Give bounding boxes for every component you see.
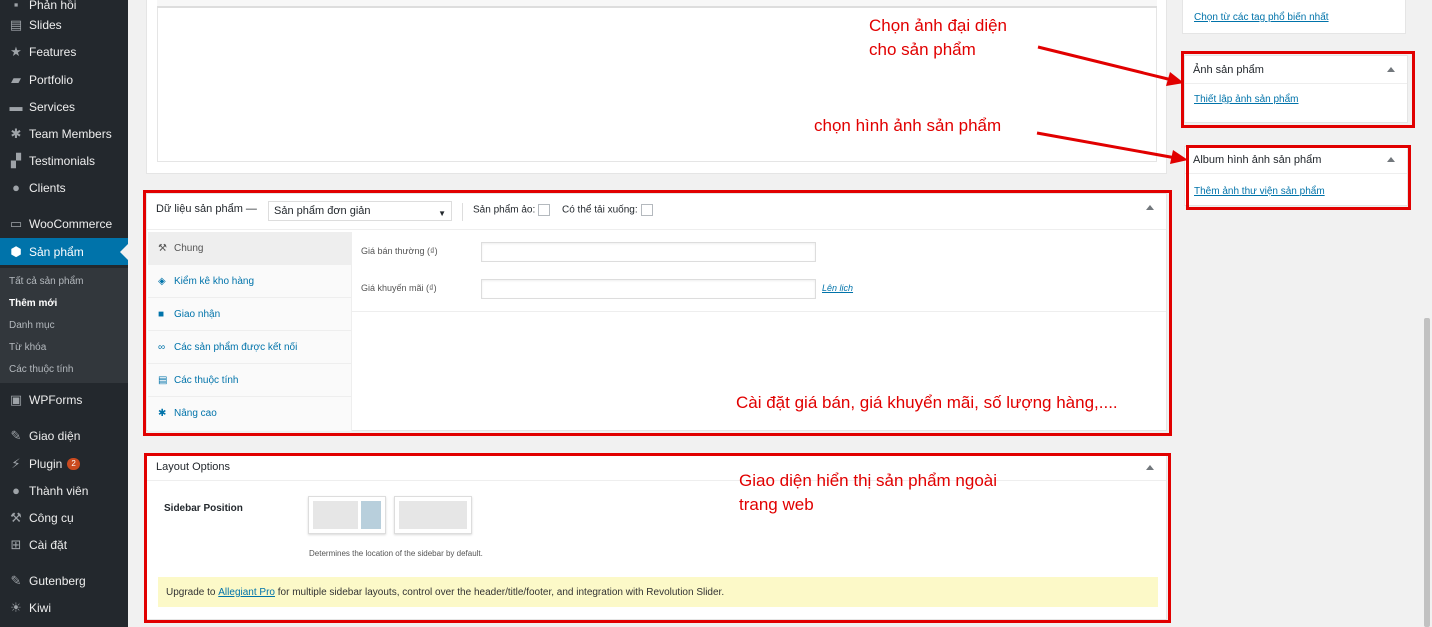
- products-submenu: Tất cả sản phẩm Thêm mới Danh mục Từ khó…: [0, 268, 128, 383]
- menu-item-kiwi[interactable]: ☀ Kiwi: [0, 594, 128, 621]
- menu-item-woocommerce[interactable]: ▭ WooCommerce: [0, 210, 128, 237]
- menu-item-settings[interactable]: ⊞ Cài đặt: [0, 531, 128, 558]
- current-menu-pointer: [120, 244, 128, 260]
- forms-icon: ▣: [9, 391, 23, 407]
- menu-item-gutenberg[interactable]: ✎ Gutenberg: [0, 567, 128, 594]
- menu-item-testimonials[interactable]: ▞ Testimonials: [0, 147, 128, 174]
- menu-item-plugins[interactable]: ⚡ Plugin 2: [0, 450, 128, 477]
- menu-item-services[interactable]: ▬ Services: [0, 93, 128, 120]
- annotation-featured-image: Chọn ảnh đại diện cho sản phẩm: [869, 16, 1008, 59]
- highlight-product-image: [1181, 51, 1415, 128]
- menu-item-portfolio[interactable]: ▰ Portfolio: [0, 66, 128, 93]
- star-icon: ★: [10, 43, 22, 59]
- users-icon: ●: [12, 483, 20, 498]
- annotation-layout: Giao diện hiển thị sản phẩm ngoài trang …: [739, 471, 998, 514]
- menu-item-wpforms[interactable]: ▣ WPForms: [0, 386, 128, 413]
- editor-toolbar: [157, 0, 1157, 8]
- submenu-add-new[interactable]: Thêm mới: [9, 298, 57, 309]
- highlight-product-gallery: [1186, 145, 1411, 210]
- submenu-attributes[interactable]: Các thuộc tính: [9, 364, 73, 375]
- product-icon: ⬢: [10, 243, 22, 259]
- menu-item-users[interactable]: ● Thành viên: [0, 477, 128, 504]
- services-icon: ▬: [9, 99, 23, 114]
- menu-item-clients[interactable]: ● Clients: [0, 174, 128, 201]
- menu-item-features[interactable]: ★ Features: [0, 38, 128, 65]
- user-icon: ●: [12, 180, 20, 195]
- menu-item-appearance[interactable]: ✎ Giao diện: [0, 422, 128, 449]
- woo-icon: ▭: [9, 215, 23, 231]
- menu-item-tools[interactable]: ⚒ Công cụ: [0, 504, 128, 531]
- wrench-icon: ⚒: [10, 509, 22, 525]
- annotation-pricing: Cài đặt giá bán, giá khuyển mãi, số lượn…: [736, 393, 1118, 412]
- plugin-update-badge: 2: [67, 457, 80, 470]
- settings-icon: ⊞: [10, 536, 22, 552]
- scrollbar[interactable]: [1424, 318, 1430, 627]
- brush-icon: ✎: [10, 427, 22, 443]
- submenu-all-products[interactable]: Tất cả sản phẩm: [9, 276, 83, 287]
- gutenberg-icon: ✎: [10, 572, 22, 588]
- highlight-layout-options: [144, 453, 1171, 623]
- annotation-gallery: chọn hình ảnh sản phẩm: [814, 116, 1002, 135]
- slides-icon: ▤: [9, 16, 23, 32]
- folder-icon: ▰: [11, 71, 21, 87]
- editor-panel: [146, 0, 1167, 174]
- menu-item-slides[interactable]: ▤ Slides: [0, 11, 128, 38]
- team-icon: ✱: [10, 125, 22, 141]
- testimonials-icon: ▞: [11, 152, 21, 168]
- menu-item-team-members[interactable]: ✱ Team Members: [0, 120, 128, 147]
- tags-box: Chọn từ các tag phổ biến nhất: [1182, 0, 1406, 34]
- kiwi-icon: ☀: [10, 599, 22, 615]
- submenu-tags[interactable]: Từ khóa: [9, 342, 46, 353]
- submenu-categories[interactable]: Danh mục: [9, 320, 55, 331]
- popular-tags-link[interactable]: Chọn từ các tag phổ biến nhất: [1194, 12, 1329, 23]
- admin-sidebar: ▪ Phản hồi ▤ Slides ★ Features ▰ Portfolio ▬…: [0, 0, 128, 627]
- plugin-icon: ⚡: [11, 455, 21, 471]
- menu-item-products[interactable]: ⬢ Sản phẩm: [0, 238, 128, 265]
